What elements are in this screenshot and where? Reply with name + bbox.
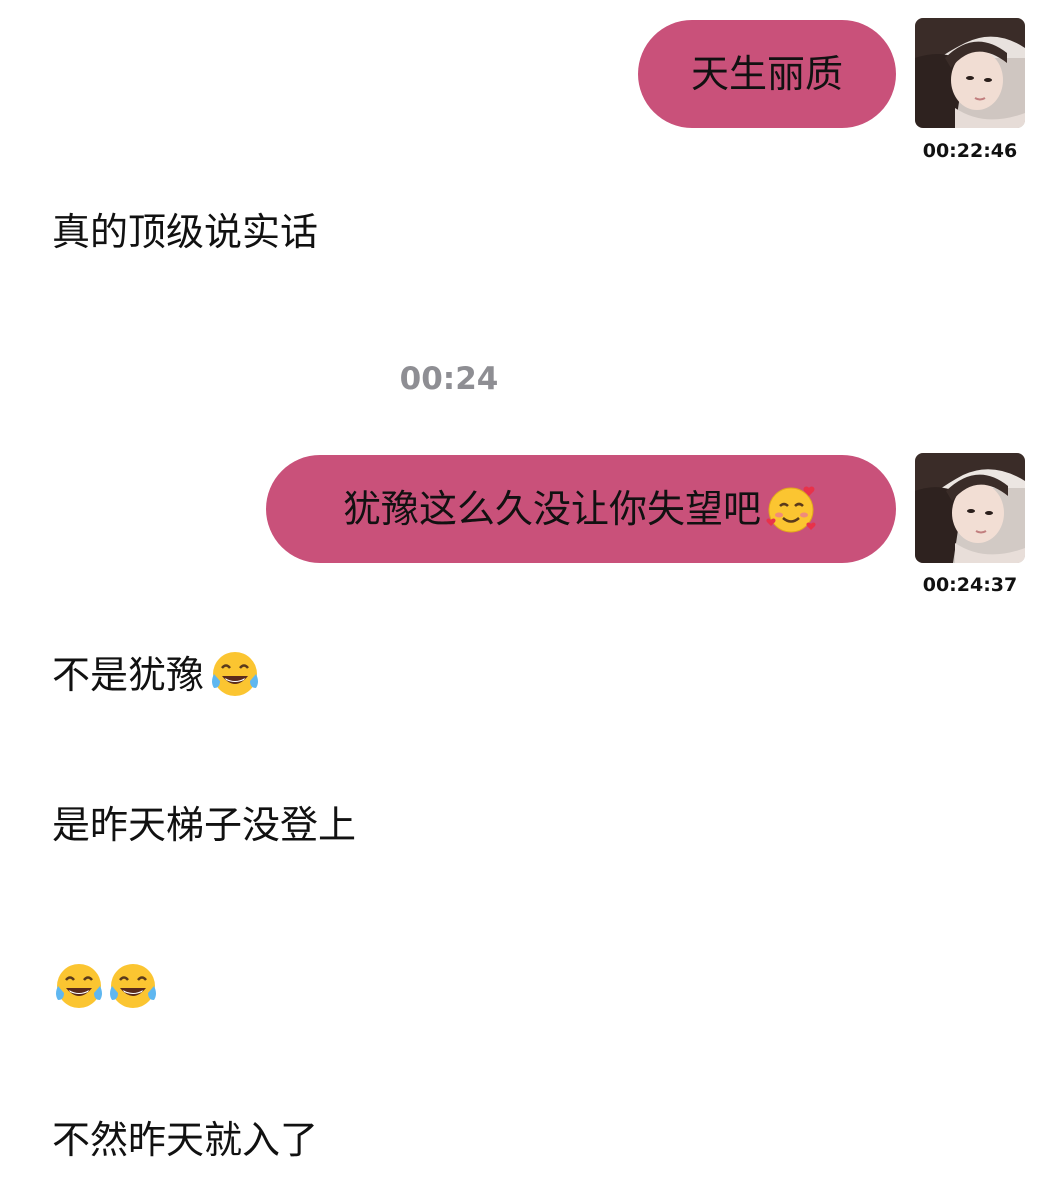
message-text: 不是犹豫 xyxy=(52,653,205,697)
message-text: 真的顶级说实话 xyxy=(52,210,319,254)
user-avatar[interactable] xyxy=(915,18,1025,128)
message-text: 天生丽质 xyxy=(690,52,843,96)
received-message[interactable]: 不是犹豫 xyxy=(52,648,262,702)
received-message[interactable] xyxy=(52,960,160,1014)
message-timestamp: 00:22:46 xyxy=(922,140,1018,162)
tears-of-joy-emoji xyxy=(52,960,106,1014)
sent-message-bubble[interactable]: 天生丽质 xyxy=(638,20,896,128)
user-avatar[interactable] xyxy=(915,453,1025,563)
message-text: 不然昨天就入了 xyxy=(52,1118,319,1162)
received-message[interactable]: 是昨天梯子没登上 xyxy=(52,806,356,844)
message-text: 是昨天梯子没登上 xyxy=(52,803,357,847)
smiling-face-with-hearts-emoji xyxy=(765,482,819,536)
tears-of-joy-emoji xyxy=(208,648,262,702)
received-message[interactable]: 不然昨天就入了 xyxy=(52,1121,318,1159)
received-message[interactable]: 真的顶级说实话 xyxy=(52,213,318,251)
message-timestamp: 00:24:37 xyxy=(922,574,1018,596)
tears-of-joy-emoji xyxy=(106,960,160,1014)
chat-screen: { "messages": { "m1": { "text": "天生丽质", … xyxy=(0,0,1059,1200)
message-text: 犹豫这么久没让你失望吧 xyxy=(342,487,761,531)
time-divider: 00:24 xyxy=(399,361,499,397)
sent-message-bubble[interactable]: 犹豫这么久没让你失望吧 xyxy=(266,455,896,563)
